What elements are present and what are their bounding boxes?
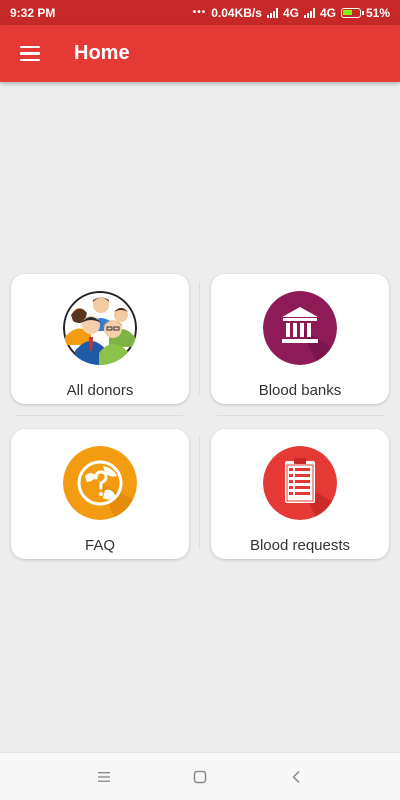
recents-menu-icon[interactable] <box>91 764 117 790</box>
app-bar: Home <box>0 25 400 82</box>
faq-label: FAQ <box>84 537 115 554</box>
divider <box>217 415 385 416</box>
clipboard-list-icon <box>263 446 337 520</box>
all-donors-card[interactable]: All donors <box>11 274 189 404</box>
blood-requests-card[interactable]: Blood requests <box>211 429 389 559</box>
faq-card[interactable]: FAQ <box>11 429 189 559</box>
blood-banks-card[interactable]: Blood banks <box>211 274 389 404</box>
back-chevron-icon[interactable] <box>283 764 309 790</box>
page-title: Home <box>74 42 130 64</box>
globe-question-icon <box>63 446 137 520</box>
system-nav-bar <box>0 752 400 800</box>
home-square-icon[interactable] <box>187 764 213 790</box>
hamburger-menu-icon[interactable] <box>0 25 56 82</box>
status-bar: 9:32 PM ••• 0.04KB/s 4G 4G 51% <box>0 0 400 25</box>
bank-building-icon <box>263 291 337 365</box>
all-donors-label: All donors <box>66 382 134 399</box>
divider <box>199 282 200 394</box>
divider <box>199 437 200 549</box>
signal-icon-2 <box>303 7 315 18</box>
status-right: ••• 0.04KB/s 4G 4G 51% <box>193 6 390 20</box>
notification-dots: ••• <box>192 7 207 18</box>
blood-banks-label: Blood banks <box>258 382 342 399</box>
donors-group-icon <box>63 291 137 365</box>
status-time: 9:32 PM <box>10 5 56 20</box>
network-type-2: 4G <box>319 5 336 20</box>
signal-icon <box>266 7 278 18</box>
network-type-1: 4G <box>282 5 299 20</box>
divider <box>15 415 183 416</box>
battery-percent: 51% <box>365 5 390 20</box>
blood-requests-label: Blood requests <box>249 537 351 554</box>
battery-icon <box>340 7 364 18</box>
network-speed: 0.04KB/s <box>211 5 262 20</box>
